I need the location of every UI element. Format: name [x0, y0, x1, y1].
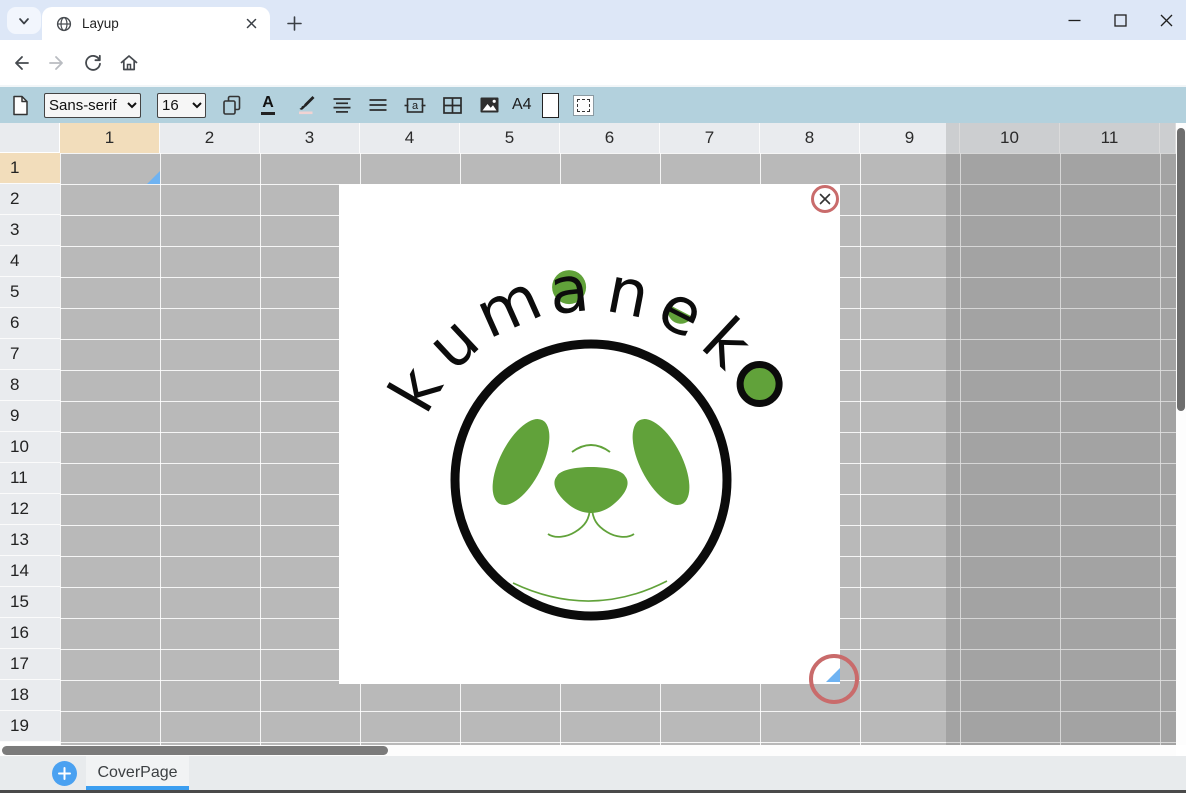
column-header: [1160, 123, 1176, 153]
svg-text:a: a: [546, 252, 593, 330]
cell-fill-handle[interactable]: [147, 171, 160, 184]
dashed-border-icon: [577, 99, 590, 112]
browser-urlbar-row: layup.pandafirm.jp G S: [0, 40, 1186, 85]
column-header[interactable]: 10: [960, 123, 1060, 153]
maximize-button[interactable]: [1108, 8, 1132, 32]
smile-arc: [513, 581, 667, 601]
row-header[interactable]: 5: [0, 277, 60, 308]
row-header[interactable]: 6: [0, 308, 60, 339]
format-paint-icon[interactable]: [294, 90, 318, 120]
column-header[interactable]: 3: [260, 123, 360, 153]
reload-button[interactable]: [78, 48, 108, 78]
browser-tabstrip: Layup: [0, 0, 1186, 40]
column-header[interactable]: 9: [860, 123, 960, 153]
page-size-label: A4: [512, 96, 532, 114]
svg-text:m: m: [465, 261, 552, 354]
page-color-swatch[interactable]: [542, 93, 559, 118]
tab-title: Layup: [82, 16, 242, 31]
column-header[interactable]: 6: [560, 123, 660, 153]
resize-triangle-icon: [826, 668, 840, 682]
row-header[interactable]: 4: [0, 246, 60, 277]
panda-nose: [554, 467, 627, 513]
column-header[interactable]: 11: [1060, 123, 1160, 153]
row-header[interactable]: 2: [0, 184, 60, 215]
row-header[interactable]: 11: [0, 463, 60, 494]
forward-button[interactable]: [42, 48, 72, 78]
column-header[interactable]: 2: [160, 123, 260, 153]
sheet-tab-bar: CoverPage: [0, 756, 1186, 790]
row-header[interactable]: 1: [0, 153, 60, 184]
sheet-tab-label: CoverPage: [97, 764, 177, 782]
row-header[interactable]: 16: [0, 618, 60, 649]
add-sheet-button[interactable]: [52, 761, 77, 786]
row-header[interactable]: 10: [0, 432, 60, 463]
table-grid-icon[interactable]: [440, 90, 465, 120]
font-color-label: A: [262, 95, 274, 115]
column-headers: 1234567891011: [60, 123, 1176, 153]
chevron-down-icon: [17, 14, 31, 28]
row-header[interactable]: 7: [0, 339, 60, 370]
border-style-button[interactable]: [573, 95, 594, 116]
font-size-select[interactable]: 16: [157, 93, 206, 118]
vertical-scrollbar-thumb[interactable]: [1177, 128, 1185, 411]
line-spacing-icon[interactable]: [366, 90, 390, 120]
row-header[interactable]: 15: [0, 587, 60, 618]
tab-search-button[interactable]: [7, 7, 41, 34]
brow-arc: [572, 445, 610, 452]
row-header[interactable]: 18: [0, 680, 60, 711]
insert-image-icon[interactable]: [477, 90, 502, 120]
column-header[interactable]: 8: [760, 123, 860, 153]
app-toolbar: Sans-serif 16 A a A4: [0, 85, 1186, 123]
row-header[interactable]: 17: [0, 649, 60, 680]
row-header[interactable]: 19: [0, 711, 60, 742]
browser-tab[interactable]: Layup: [42, 7, 270, 40]
new-document-button[interactable]: [8, 90, 32, 120]
horizontal-scrollbar-thumb[interactable]: [2, 746, 388, 755]
column-header[interactable]: 5: [460, 123, 560, 153]
new-tab-button[interactable]: [280, 9, 308, 37]
back-button[interactable]: [6, 48, 36, 78]
kumaneko-logo: kumanek: [339, 184, 840, 684]
column-header[interactable]: 7: [660, 123, 760, 153]
column-header[interactable]: 1: [60, 123, 160, 153]
globe-icon: [56, 16, 72, 32]
grid-corner[interactable]: [0, 123, 60, 153]
svg-text:n: n: [601, 253, 655, 333]
canvas-close-button[interactable]: [811, 185, 839, 213]
minimize-button[interactable]: [1062, 8, 1086, 32]
row-header[interactable]: 14: [0, 556, 60, 587]
row-header[interactable]: 3: [0, 215, 60, 246]
row-header[interactable]: 8: [0, 370, 60, 401]
row-header[interactable]: 13: [0, 525, 60, 556]
row-header[interactable]: 12: [0, 494, 60, 525]
textbox-icon[interactable]: a: [402, 90, 428, 120]
row-header[interactable]: 9: [0, 401, 60, 432]
horizontal-scrollbar[interactable]: [0, 745, 1176, 756]
align-text-icon[interactable]: [330, 90, 354, 120]
canvas-resize-handle[interactable]: [809, 654, 859, 704]
sheet-tab-coverpage[interactable]: CoverPage: [86, 756, 189, 790]
font-color-button[interactable]: A: [256, 90, 280, 120]
browser-window: Layup layup.: [0, 0, 1186, 793]
copy-icon[interactable]: [220, 90, 244, 120]
column-header[interactable]: 4: [360, 123, 460, 153]
row-headers: 12345678910111213141516171819: [0, 153, 60, 742]
font-family-select[interactable]: Sans-serif: [44, 93, 141, 118]
home-button[interactable]: [114, 48, 144, 78]
window-controls: [1062, 0, 1178, 40]
close-window-button[interactable]: [1154, 8, 1178, 32]
vertical-scrollbar[interactable]: [1176, 123, 1186, 745]
textbox-letter: a: [412, 100, 419, 112]
page-canvas[interactable]: kumanek: [339, 184, 840, 684]
tab-close-button[interactable]: [242, 15, 260, 33]
